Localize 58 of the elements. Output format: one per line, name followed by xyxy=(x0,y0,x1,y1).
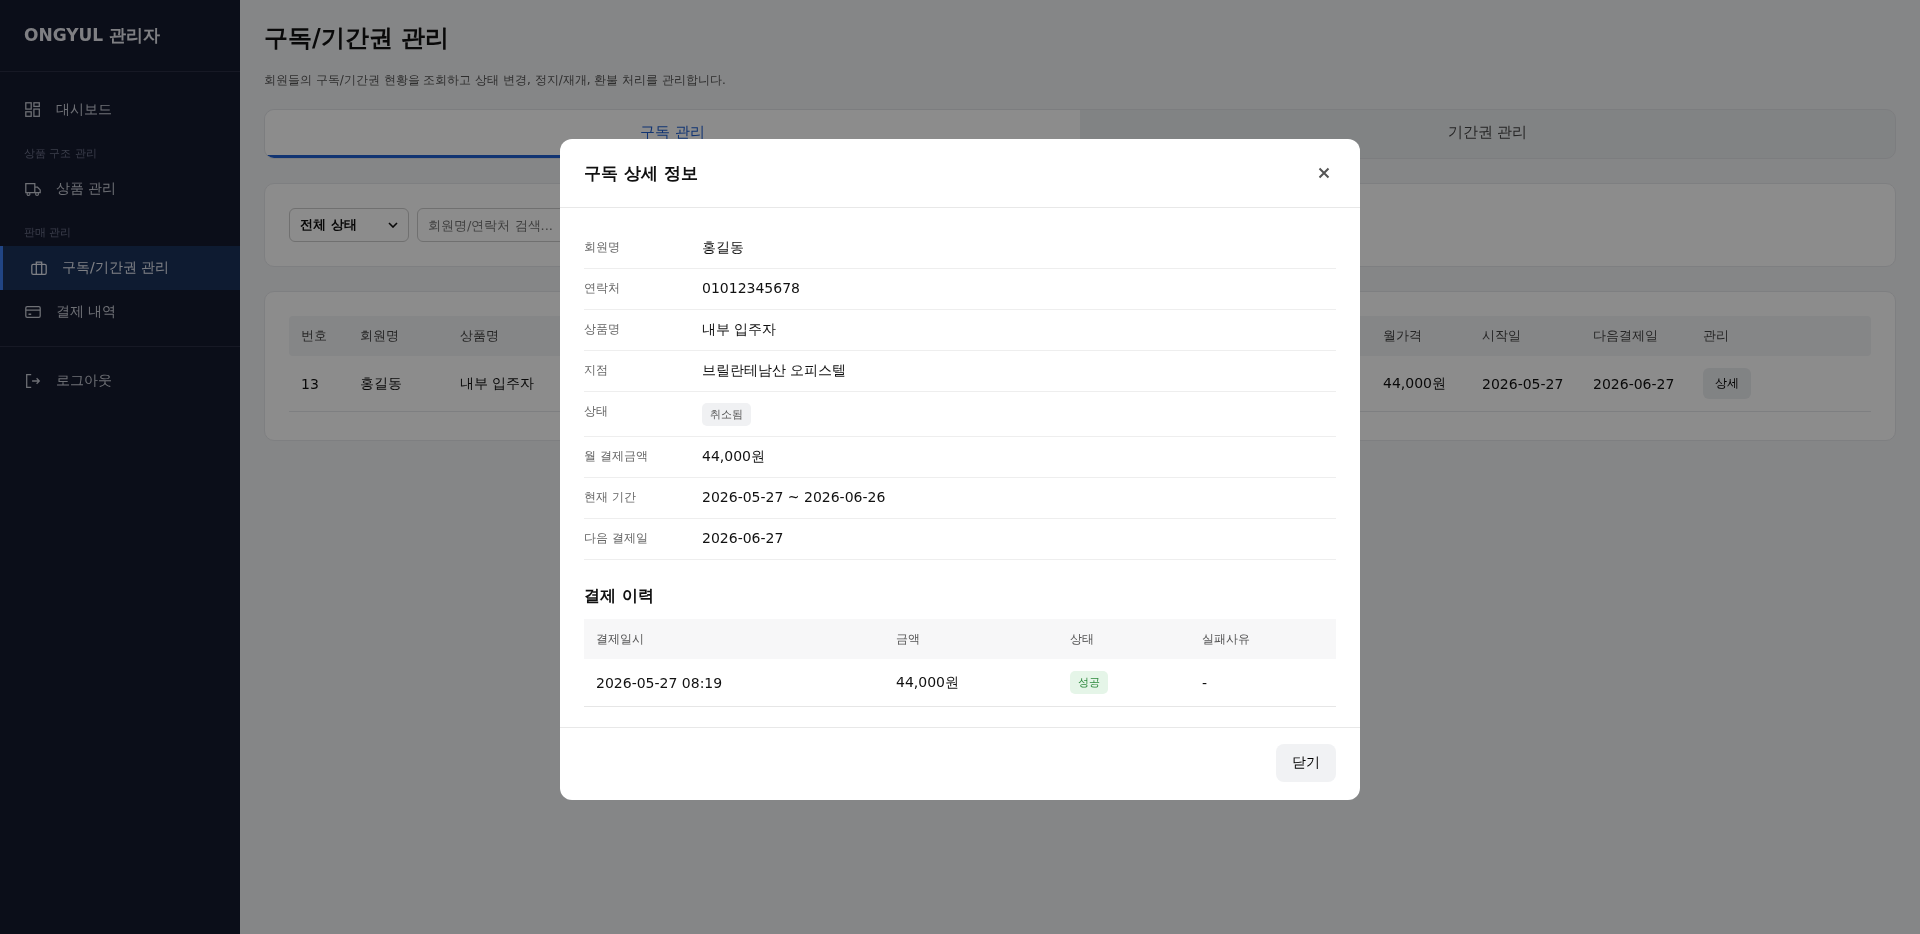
column-header: 관리 xyxy=(1703,327,1729,345)
field-value: 내부 입주자 xyxy=(702,321,777,339)
field-label: 회원명 xyxy=(584,239,621,256)
sidebar-item[interactable]: 구독/기간권 관리 xyxy=(0,246,240,290)
section-title: 결제 이력 xyxy=(584,586,655,607)
column-header: 실패사유 xyxy=(1202,630,1250,648)
page-title: 구독/기간권 관리 xyxy=(264,23,451,54)
field-label: 다음 결제일 xyxy=(584,530,649,547)
page-description: 회원들의 구독/기간권 현황을 조회하고 상태 변경, 정지/재개, 환불 처리를 관리합니다. xyxy=(264,72,727,89)
field-value: 홍길동 xyxy=(702,239,744,257)
field-label: 상태 xyxy=(584,403,609,420)
briefcase-icon xyxy=(30,259,48,277)
field-value: 브릴란테남산 오피스텔 xyxy=(702,362,847,380)
status-badge: 취소됨 xyxy=(702,403,751,426)
column-header: 다음결제일 xyxy=(1593,327,1658,345)
table-cell: 내부 입주자 xyxy=(460,374,535,393)
table-cell: 홍길동 xyxy=(360,374,402,393)
field-label: 현재 기간 xyxy=(584,489,637,506)
field-label: 연락처 xyxy=(584,280,621,297)
field-value: 44,000원 xyxy=(702,448,765,466)
field-value: 01012345678 xyxy=(702,280,800,296)
column-header: 상태 xyxy=(1070,630,1094,648)
status-select[interactable]: 전체 상태 xyxy=(289,208,409,242)
table-cell: 13 xyxy=(301,375,319,392)
column-header: 시작일 xyxy=(1482,327,1521,345)
column-header: 월가격 xyxy=(1383,327,1422,345)
sidebar-title: ONGYUL 관리자 xyxy=(23,24,162,47)
column-header: 번호 xyxy=(301,327,327,345)
credit-card-icon xyxy=(24,303,42,321)
table-cell: 44,000원 xyxy=(1383,374,1446,393)
sidebar-item[interactable]: 로그아웃 xyxy=(0,359,240,403)
field-value: 2026-05-27 ~ 2026-06-26 xyxy=(702,489,886,505)
field-label: 월 결제금액 xyxy=(584,448,649,465)
sidebar-item[interactable]: 상품 관리 xyxy=(0,167,240,211)
table-cell: 2026-05-27 08:19 xyxy=(596,674,723,691)
logout-icon xyxy=(24,372,42,390)
close-icon xyxy=(1318,167,1330,179)
table-cell: 2026-06-27 xyxy=(1593,375,1675,392)
grid-icon xyxy=(24,101,42,119)
close-button[interactable]: 닫기 xyxy=(1276,744,1336,782)
column-header: 회원명 xyxy=(360,327,399,345)
table-cell: - xyxy=(1202,674,1208,691)
column-header: 금액 xyxy=(896,630,920,648)
chevron-down-icon xyxy=(388,222,398,228)
sidebar-item[interactable]: 결제 내역 xyxy=(0,290,240,334)
detail-button[interactable]: 상세 xyxy=(1703,368,1751,399)
dialog-title: 구독 상세 정보 xyxy=(584,161,698,185)
column-header: 결제일시 xyxy=(596,630,644,648)
truck-icon xyxy=(24,180,42,198)
column-header: 상품명 xyxy=(460,327,499,345)
field-label: 지점 xyxy=(584,362,609,379)
tab[interactable]: 기간권 관리 xyxy=(1080,110,1895,158)
field-value: 2026-06-27 xyxy=(702,530,784,546)
field-label: 상품명 xyxy=(584,321,621,338)
sidebar-item[interactable]: 대시보드 xyxy=(0,88,240,132)
status-badge: 성공 xyxy=(1070,671,1108,694)
table-cell: 44,000원 xyxy=(896,673,959,692)
table-cell: 2026-05-27 xyxy=(1482,375,1564,392)
